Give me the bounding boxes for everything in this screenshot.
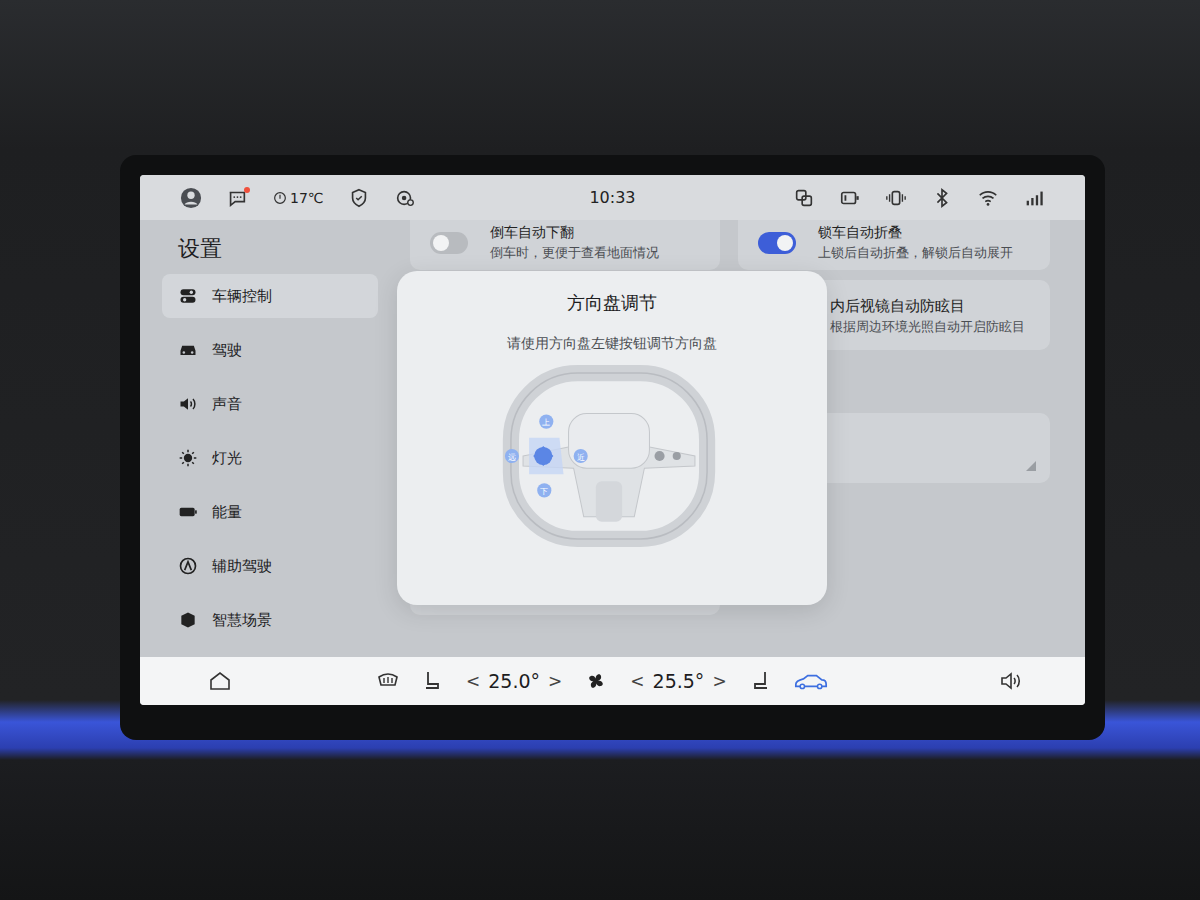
svg-text:上: 上	[542, 417, 550, 427]
camera-status-icon[interactable]	[394, 187, 416, 209]
status-bar: 17℃ 10:33	[140, 175, 1085, 220]
home-icon[interactable]	[208, 669, 232, 693]
vibrate-icon[interactable]	[885, 187, 907, 209]
increase-button[interactable]: >	[710, 671, 728, 691]
sidebar-item[interactable]: 驾驶	[162, 328, 378, 372]
sidebar-item[interactable]: 灯光	[162, 436, 378, 480]
seat-icon[interactable]	[749, 669, 773, 693]
sidebar-item[interactable]: 能量	[162, 490, 378, 534]
sidebar: 设置车辆控制驾驶声音灯光能量辅助驾驶智慧场景	[140, 220, 380, 657]
weather: 17℃	[272, 190, 324, 206]
steering-dialog: 方向盘调节请使用方向盘左键按钮调节方向盘上下 远 近	[397, 271, 827, 605]
sidebar-item[interactable]: 智慧场景	[162, 598, 378, 642]
signal-icon	[1023, 187, 1045, 209]
battery-icon	[178, 502, 198, 522]
toggle-switch[interactable]	[430, 232, 468, 254]
light-icon	[178, 448, 198, 468]
steering-wheel-icon: 上下 远 近	[502, 365, 716, 547]
expand-icon	[1026, 461, 1036, 471]
dialog-title: 方向盘调节	[567, 291, 657, 315]
vehicle-icon[interactable]	[793, 668, 829, 694]
car-icon	[178, 340, 198, 360]
bluetooth-icon[interactable]	[931, 187, 953, 209]
decrease-button[interactable]: <	[628, 671, 646, 691]
message-button[interactable]	[226, 187, 248, 209]
decrease-button[interactable]: <	[464, 671, 482, 691]
speaker-icon	[178, 394, 198, 414]
infotainment-screen: 17℃10:33设置车辆控制驾驶声音灯光能量辅助驾驶智慧场景倒车自动下翻倒车时，…	[140, 175, 1085, 705]
sidebar-item[interactable]: 声音	[162, 382, 378, 426]
svg-text:下: 下	[540, 486, 548, 496]
dialog-message: 请使用方向盘左键按钮调节方向盘	[507, 335, 717, 353]
photo-background: 17℃10:33设置车辆控制驾驶声音灯光能量辅助驾驶智慧场景倒车自动下翻倒车时，…	[0, 0, 1200, 900]
toggle-switch[interactable]	[758, 232, 796, 254]
dashcam-icon[interactable]	[839, 187, 861, 209]
avatar-icon[interactable]	[180, 187, 202, 209]
temperature-control: <25.5°>	[628, 670, 728, 692]
svg-text:近: 近	[577, 452, 585, 462]
temperature-value: 25.0°	[488, 670, 540, 692]
scene-cube-icon	[178, 610, 198, 630]
vehicle-control-icon	[178, 286, 198, 306]
display-bezel: 17℃10:33设置车辆控制驾驶声音灯光能量辅助驾驶智慧场景倒车自动下翻倒车时，…	[120, 155, 1105, 740]
sidebar-title: 设置	[162, 234, 380, 264]
screen-link-icon[interactable]	[793, 187, 815, 209]
temperature-control: <25.0° >	[464, 670, 564, 692]
driver-assist-icon	[178, 556, 198, 576]
fan-icon[interactable]	[584, 669, 608, 693]
message-badge	[244, 187, 250, 193]
setting-card: 倒车自动下翻倒车时，更便于查看地面情况	[410, 220, 720, 270]
dock: <25.0°><25.5°>	[140, 657, 1085, 705]
sidebar-item[interactable]: 辅助驾驶	[162, 544, 378, 588]
shield-icon[interactable]	[348, 187, 370, 209]
weather-icon	[272, 190, 288, 206]
temperature-value: 25.5°	[653, 670, 705, 692]
svg-text:远: 远	[508, 452, 516, 462]
setting-card: 锁车自动折叠上锁后自动折叠，解锁后自动展开	[738, 220, 1050, 270]
clock: 10:33	[589, 188, 635, 207]
volume-icon[interactable]	[999, 669, 1023, 693]
increase-button[interactable]: >	[546, 671, 564, 691]
seat-icon[interactable]	[420, 669, 444, 693]
wifi-icon[interactable]	[977, 187, 999, 209]
settings-page: 设置车辆控制驾驶声音灯光能量辅助驾驶智慧场景倒车自动下翻倒车时，更便于查看地面情…	[140, 220, 1085, 657]
defrost-icon[interactable]	[376, 669, 400, 693]
sidebar-item[interactable]: 车辆控制	[162, 274, 378, 318]
